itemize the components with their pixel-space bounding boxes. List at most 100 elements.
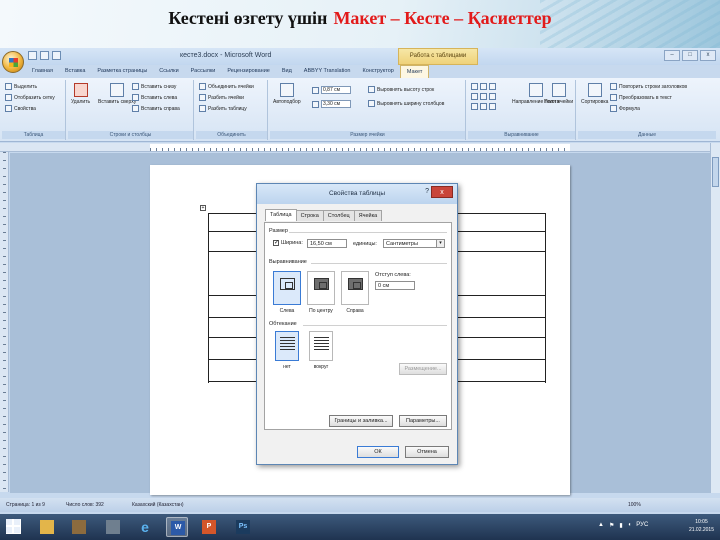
section-divider (311, 263, 447, 264)
align-middle-center-icon[interactable] (480, 93, 487, 100)
tray-volume-icon[interactable]: ◖ (628, 522, 632, 529)
formula-button[interactable]: Формула (610, 105, 640, 112)
width-checkbox[interactable]: Ширина: (273, 239, 303, 246)
undo-icon[interactable] (40, 51, 49, 60)
tab-layout[interactable]: Макет (399, 65, 430, 78)
group-label: Размер ячейки (270, 131, 465, 139)
tab-cell[interactable]: Ячейка (353, 210, 383, 221)
redo-icon[interactable] (52, 51, 61, 60)
tab-design[interactable]: Конструктор (356, 65, 399, 78)
align-bottom-center-icon[interactable] (480, 103, 487, 110)
alignment-grid[interactable] (471, 83, 496, 90)
save-icon[interactable] (28, 51, 37, 60)
close-window-button[interactable]: x (700, 50, 716, 61)
width-input[interactable]: 16,50 см (307, 239, 347, 248)
help-button[interactable]: ? (425, 188, 429, 195)
wrap-around-option[interactable] (309, 331, 333, 361)
quick-access-toolbar (28, 51, 61, 60)
tab-column[interactable]: Столбец (322, 210, 355, 221)
zoom-level[interactable]: 100% (628, 502, 641, 508)
insert-right-button[interactable]: Вставить справа (132, 105, 180, 112)
vertical-ruler[interactable] (0, 152, 9, 492)
align-bottom-left-icon[interactable] (471, 103, 478, 110)
sort-button[interactable]: Сортировка (581, 83, 608, 105)
vertical-scrollbar[interactable] (710, 143, 720, 493)
convert-to-text-button[interactable]: Преобразовать в текст (610, 94, 672, 101)
align-left-option[interactable] (273, 271, 301, 305)
tab-page-layout[interactable]: Разметка страницы (91, 65, 153, 78)
status-page[interactable]: Страница: 1 из 9 (6, 502, 45, 508)
properties-button[interactable]: Свойства (5, 105, 36, 112)
office-button[interactable] (2, 51, 24, 73)
tab-home[interactable]: Главная (26, 65, 59, 78)
align-top-left-icon[interactable] (471, 83, 478, 90)
tab-table[interactable]: Таблица (265, 209, 297, 221)
chevron-down-icon[interactable]: ▾ (436, 240, 444, 247)
align-top-right-icon[interactable] (489, 83, 496, 90)
ok-button[interactable]: ОК (357, 446, 399, 458)
taskbar-powerpoint[interactable]: P (198, 517, 220, 537)
taskbar-word[interactable]: W (166, 517, 188, 537)
distribute-columns-button[interactable]: Выровнять ширину столбцов (368, 100, 444, 107)
status-words[interactable]: Число слов: 392 (66, 502, 104, 508)
clock[interactable]: 10:05 21.02.2015 (689, 518, 714, 534)
indent-input[interactable]: 0 см (375, 281, 415, 290)
start-button[interactable] (6, 519, 21, 534)
column-width-field[interactable]: 3,30 см (312, 100, 351, 108)
tray-language[interactable]: РУС (636, 522, 648, 529)
split-cells-button[interactable]: Разбить ячейки (199, 94, 244, 101)
taskbar-media[interactable] (102, 517, 124, 537)
system-tray-icons: ▲ ⚑ ▮ ◖ РУС (598, 522, 648, 529)
align-bottom-right-icon[interactable] (489, 103, 496, 110)
align-top-center-icon[interactable] (480, 83, 487, 90)
insert-below-button[interactable]: Вставить снизу (132, 83, 176, 90)
borders-shading-button[interactable]: Границы и заливка... (329, 415, 393, 427)
delete-button[interactable]: Удалить (71, 83, 90, 105)
tab-review[interactable]: Рецензирование (221, 65, 275, 78)
row-height-field[interactable]: 0,87 см (312, 86, 351, 94)
group-merge: Объединить ячейки Разбить ячейки Разбить… (196, 80, 268, 140)
align-middle-right-icon[interactable] (489, 93, 496, 100)
autofit-button[interactable]: Автоподбор (273, 83, 301, 105)
table-move-handle-icon[interactable]: + (200, 205, 206, 211)
scrollbar-thumb[interactable] (712, 157, 719, 187)
tab-insert[interactable]: Вставка (59, 65, 91, 78)
dialog-title-bar[interactable]: Свойства таблицы ? x (257, 184, 457, 204)
units-select[interactable]: Сантиметры ▾ (383, 239, 445, 248)
cancel-button[interactable]: Отмена (405, 446, 449, 458)
tab-references[interactable]: Ссылки (153, 65, 184, 78)
align-center-option[interactable] (307, 271, 335, 305)
maximize-button[interactable]: □ (682, 50, 698, 61)
taskbar-photoshop[interactable]: Ps (232, 517, 254, 537)
status-language[interactable]: Казахский (Казахстан) (132, 502, 184, 508)
view-gridlines-button[interactable]: Отобразить сетку (5, 94, 55, 101)
taskbar-explorer[interactable] (36, 517, 58, 537)
dialog-close-button[interactable]: x (431, 186, 453, 198)
taskbar-ie[interactable]: e (134, 517, 156, 537)
select-button[interactable]: Выделить (5, 83, 37, 90)
minimize-button[interactable]: – (664, 50, 680, 61)
wrap-none-option[interactable] (275, 331, 299, 361)
tab-abbyy[interactable]: ABBYY Translation (298, 65, 357, 78)
positioning-button[interactable]: Размещение... (399, 363, 447, 375)
taskbar-library[interactable] (68, 517, 90, 537)
repeat-header-button[interactable]: Повторить строки заголовков (610, 83, 687, 90)
insert-left-button[interactable]: Вставить слева (132, 94, 177, 101)
options-button[interactable]: Параметры... (399, 415, 447, 427)
tray-network-icon[interactable]: ▮ (619, 522, 622, 529)
office-logo-icon (9, 58, 18, 67)
cell-margins-button[interactable]: Поля ячейки (544, 83, 573, 105)
tab-row[interactable]: Строка (295, 210, 324, 221)
merge-cells-button[interactable]: Объединить ячейки (199, 83, 254, 90)
distribute-rows-button[interactable]: Выровнять высоту строк (368, 86, 434, 93)
split-table-button[interactable]: Разбить таблицу (199, 105, 247, 112)
tab-view[interactable]: Вид (276, 65, 298, 78)
tray-flag-icon[interactable]: ⚑ (609, 522, 614, 529)
align-middle-left-icon[interactable] (471, 93, 478, 100)
insert-above-button[interactable]: Вставить сверху (98, 83, 136, 105)
tab-mailings[interactable]: Рассылки (185, 65, 222, 78)
horizontal-ruler[interactable] (0, 143, 720, 152)
align-right-option[interactable] (341, 271, 369, 305)
tray-arrow-icon[interactable]: ▲ (598, 522, 604, 529)
group-label: Строки и столбцы (68, 131, 193, 139)
